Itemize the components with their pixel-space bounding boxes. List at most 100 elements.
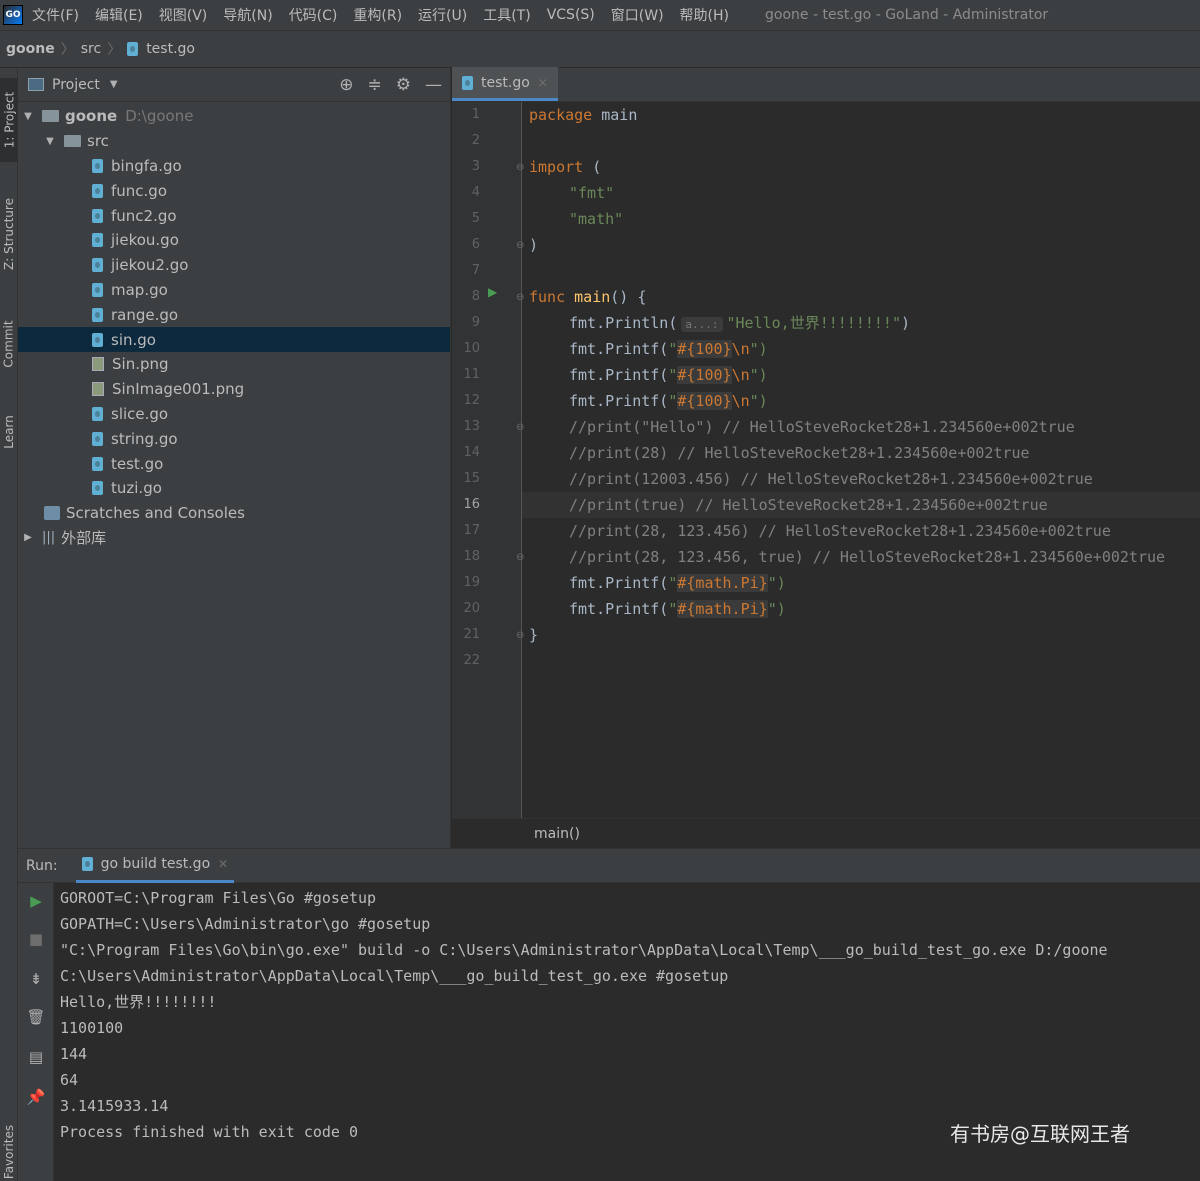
menu-file[interactable]: 文件(F) (32, 5, 79, 25)
scroll-to-end-icon[interactable]: ⇟ (26, 969, 46, 989)
tree-file[interactable]: bingfa.go (18, 154, 450, 179)
code-line: func main() { (529, 288, 647, 306)
tree-scratches-label: Scratches and Consoles (66, 504, 245, 523)
console-line: 1100100 (60, 1019, 124, 1037)
line-number: 8 (471, 289, 480, 304)
run-tab[interactable]: go build test.go ✕ (75, 849, 235, 883)
line-number: 12 (463, 393, 480, 408)
tree-file-selected[interactable]: sin.go (18, 327, 450, 352)
menu-tools[interactable]: 工具(T) (483, 5, 530, 25)
go-file-icon (92, 158, 103, 173)
minimize-icon[interactable]: — (425, 75, 442, 95)
scratches-icon (44, 506, 60, 521)
crumb-project[interactable]: goone (6, 41, 55, 57)
console-line: GOROOT=C:\Program Files\Go #gosetup (60, 889, 377, 907)
tree-file-label: SinImage001.png (112, 380, 245, 399)
chevron-down-icon[interactable]: ▼ (110, 79, 118, 90)
line-number: 20 (463, 601, 480, 616)
tree-external-libraries[interactable]: ▶ ||| 外部库 (18, 526, 450, 551)
menu-vcs[interactable]: VCS(S) (547, 7, 595, 23)
editor-breadcrumb-bar: main() (452, 818, 1200, 848)
crumb-src[interactable]: src (81, 41, 101, 57)
goland-logo-icon: GO (3, 5, 23, 25)
run-label: Run: (26, 857, 58, 874)
run-gutter-icon[interactable]: ▶ (488, 285, 497, 299)
tab-structure-tool[interactable]: Z: Structure (0, 184, 18, 284)
close-icon[interactable]: ✕ (538, 76, 548, 90)
go-file-icon (92, 307, 103, 322)
menu-code[interactable]: 代码(C) (289, 5, 338, 25)
editor-breadcrumb[interactable]: main() (534, 826, 580, 842)
project-title[interactable]: Project (52, 77, 100, 93)
go-file-icon (92, 208, 103, 223)
editor-area: test.go ✕ 1 2 3 4 5 6 7 8 9 10 11 12 13 … (452, 67, 1200, 848)
line-number: 18 (463, 549, 480, 564)
locate-icon[interactable]: ⊕ (339, 75, 353, 95)
tree-file-label: jiekou.go (111, 231, 179, 250)
code-line: fmt.Printf("#{100}\n") (569, 392, 768, 410)
console-line: C:\Users\Administrator\AppData\Local\Tem… (60, 967, 729, 985)
tree-file[interactable]: range.go (18, 302, 450, 327)
menu-view[interactable]: 视图(V) (159, 5, 208, 25)
tree-scratches[interactable]: Scratches and Consoles (18, 501, 450, 526)
tree-file[interactable]: string.go (18, 426, 450, 451)
menu-help[interactable]: 帮助(H) (680, 5, 729, 25)
tree-file[interactable]: test.go (18, 451, 450, 476)
crumb-file[interactable]: test.go (146, 41, 195, 57)
code-editor[interactable]: package main import ( "fmt" "math" ) fun… (522, 102, 1200, 818)
rerun-icon[interactable]: ▶ (26, 891, 46, 911)
gear-icon[interactable]: ⚙ (396, 75, 411, 95)
code-line: fmt.Println(a...: "Hello,世界!!!!!!!!") (569, 314, 911, 332)
console-line: 64 (60, 1071, 79, 1089)
tree-file[interactable]: map.go (18, 278, 450, 303)
tree-file[interactable]: func2.go (18, 203, 450, 228)
tree-file-label: jiekou2.go (111, 256, 189, 275)
menu-edit[interactable]: 编辑(E) (95, 5, 143, 25)
go-file-icon (92, 431, 103, 446)
tree-root-goone[interactable]: ▼ goone D:\goone (18, 104, 450, 129)
navigation-bar: goone 〉 src 〉 test.go (0, 30, 1200, 68)
expand-arrow-icon[interactable]: ▶ (22, 532, 34, 543)
close-icon[interactable]: ✕ (218, 857, 228, 871)
tree-file[interactable]: SinImage001.png (18, 377, 450, 402)
tree-file[interactable]: Sin.png (18, 352, 450, 377)
folder-icon (64, 135, 81, 148)
line-number: 1 (471, 107, 480, 122)
trash-icon[interactable]: 🗑 (26, 1007, 46, 1027)
tab-label: test.go (481, 74, 530, 91)
tab-test-go[interactable]: test.go ✕ (452, 67, 558, 101)
tree-external-label: 外部库 (61, 529, 107, 548)
line-number: 5 (471, 211, 480, 226)
editor-gutter: 1 2 3 4 5 6 7 8 9 10 11 12 13 14 15 16 1… (452, 102, 550, 818)
menu-run[interactable]: 运行(U) (418, 5, 467, 25)
project-tree: ▼ goone D:\goone ▼ src bingfa.go func.go… (18, 102, 450, 550)
tree-folder-src[interactable]: ▼ src (18, 129, 450, 154)
pin-icon[interactable]: 📌 (26, 1087, 46, 1107)
tree-file[interactable]: jiekou2.go (18, 253, 450, 278)
expand-arrow-icon[interactable]: ▼ (44, 136, 56, 147)
tab-project-tool[interactable]: 1: Project (0, 78, 18, 162)
tree-file[interactable]: jiekou.go (18, 228, 450, 253)
menu-navigate[interactable]: 导航(N) (223, 5, 272, 25)
expand-arrow-icon[interactable]: ▼ (22, 111, 34, 122)
tree-file-label: map.go (111, 280, 168, 299)
line-number: 17 (463, 523, 480, 538)
tree-file[interactable]: slice.go (18, 402, 450, 427)
collapse-all-icon[interactable]: ≑ (368, 75, 382, 95)
go-file-icon (92, 481, 103, 496)
stop-icon[interactable]: ■ (26, 929, 46, 949)
layout-icon[interactable]: ▤ (26, 1047, 46, 1067)
console-line: Process finished with exit code 0 (60, 1123, 359, 1141)
tree-file-label: func2.go (111, 206, 177, 225)
menu-refactor[interactable]: 重构(R) (353, 5, 402, 25)
menu-window[interactable]: 窗口(W) (611, 5, 664, 25)
tree-file[interactable]: func.go (18, 178, 450, 203)
line-number: 10 (463, 341, 480, 356)
code-line: ) (529, 236, 539, 254)
tab-commit-tool[interactable]: Commit (0, 306, 18, 382)
go-file-icon (92, 406, 103, 421)
tab-favorites-tool[interactable]: Favorites (0, 1120, 18, 1181)
tab-learn-tool[interactable]: Learn (0, 400, 18, 464)
tree-file-label: slice.go (111, 404, 169, 423)
tree-file[interactable]: tuzi.go (18, 476, 450, 501)
